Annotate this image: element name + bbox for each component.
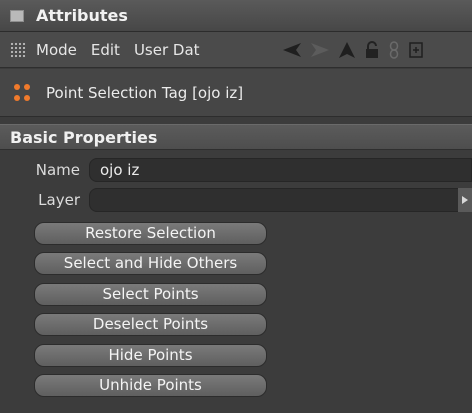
unhide-points-button[interactable]: Unhide Points [34,374,267,397]
menu-grip-icon[interactable] [10,41,26,58]
panel-title: Attributes [36,6,128,25]
title-bar[interactable]: Attributes [0,0,472,32]
hide-points-button[interactable]: Hide Points [34,344,267,367]
menu-bar: Mode Edit User Dat [0,32,472,68]
toolbar-icons [283,32,433,68]
layer-dropdown-arrow-icon[interactable] [458,188,472,212]
lock-icon[interactable] [365,41,379,59]
section-title: Basic Properties [10,127,158,147]
layer-field[interactable] [89,188,472,212]
object-header: Point Selection Tag [ojo iz] [0,69,472,117]
object-title: Point Selection Tag [ojo iz] [46,83,244,102]
forward-arrow-icon[interactable] [311,43,329,57]
menu-edit[interactable]: Edit [91,41,120,59]
restore-selection-button[interactable]: Restore Selection [34,222,267,245]
select-and-hide-others-button[interactable]: Select and Hide Others [34,252,267,275]
link-icon[interactable] [389,41,399,59]
new-panel-icon[interactable] [409,42,423,58]
layer-label: Layer [38,191,80,209]
select-points-button[interactable]: Select Points [34,283,267,306]
menu-mode[interactable]: Mode [36,41,77,59]
layer-row: Layer [0,188,472,212]
menu-user-data[interactable]: User Dat [134,41,200,59]
attributes-panel: Attributes Mode Edit User Dat Point Sele… [0,0,472,413]
name-row: Name ojo iz [0,158,472,182]
section-basic-properties[interactable]: Basic Properties [0,124,472,150]
point-selection-tag-icon [14,83,32,102]
panel-grip-icon[interactable] [10,9,24,22]
back-arrow-icon[interactable] [283,43,301,57]
up-arrow-icon[interactable] [339,42,355,58]
name-field[interactable]: ojo iz [89,158,472,182]
deselect-points-button[interactable]: Deselect Points [34,313,267,336]
name-label: Name [35,161,80,179]
